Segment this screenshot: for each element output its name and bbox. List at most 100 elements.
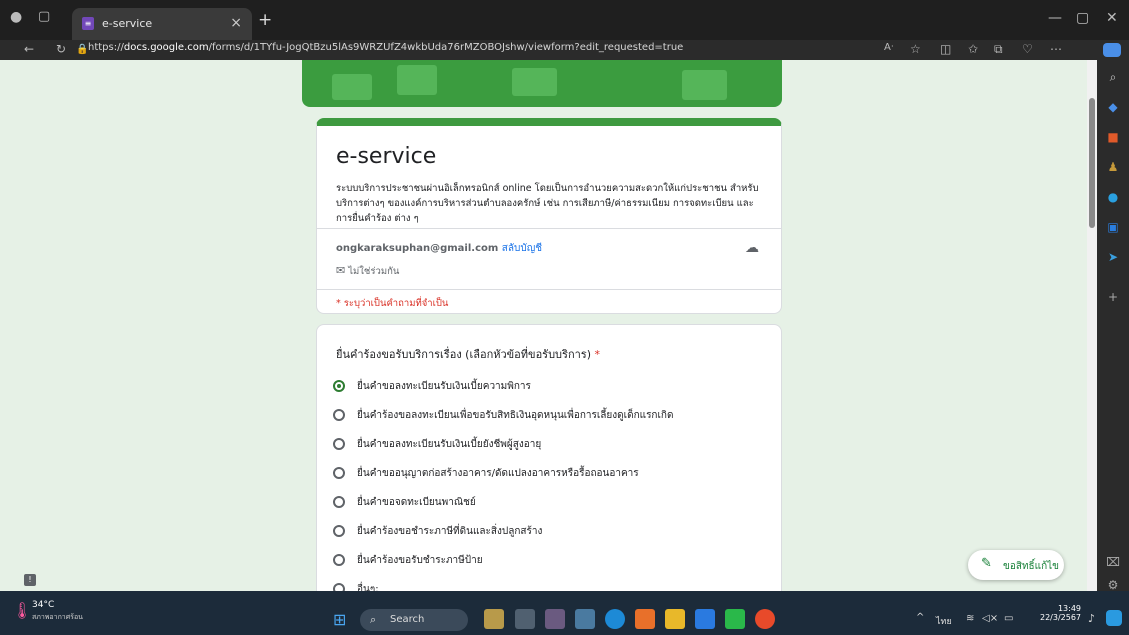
- thermometer-icon: 🌡: [12, 601, 33, 620]
- line-icon[interactable]: [725, 609, 745, 629]
- url-prefix: https://: [88, 42, 124, 53]
- not-shared-label: ไม่ใช่ร่วมกัน: [348, 266, 400, 277]
- minimize-button[interactable]: —: [1048, 10, 1062, 26]
- back-icon[interactable]: ←: [24, 42, 34, 56]
- games-icon[interactable]: ♟: [1106, 160, 1120, 174]
- favorite-star-icon[interactable]: ☆: [910, 42, 921, 56]
- question-card: ยื่นคำร้องขอรับบริการเรื่อง (เลือกหัวข้อ…: [316, 324, 782, 591]
- search-icon: ⌕: [370, 613, 377, 626]
- required-note: * ระบุว่าเป็นคำถามที่จำเป็น: [336, 298, 449, 309]
- radio-button[interactable]: [333, 409, 345, 421]
- add-icon[interactable]: +: [1106, 290, 1120, 304]
- option-label: ยื่นคำร้องขอชำระภาษีที่ดินและสิ่งปลูกสร้…: [357, 526, 543, 537]
- widget-app-icon[interactable]: [484, 609, 504, 629]
- radio-button[interactable]: [333, 525, 345, 537]
- volume-icon[interactable]: ◁×: [982, 613, 998, 624]
- switch-account-link[interactable]: สลับบัญชี: [502, 243, 542, 254]
- mail-icon: ✉: [336, 264, 346, 277]
- copilot-sidebar-icon[interactable]: ●: [1106, 190, 1120, 204]
- question-title: ยื่นคำร้องขอรับบริการเรื่อง (เลือกหัวข้อ…: [336, 345, 600, 363]
- tab-title: e-service: [102, 17, 153, 30]
- option-label: ยื่นคำขอลงทะเบียนรับเงินเบี้ยยังชีพผู้สู…: [357, 439, 542, 450]
- radio-button[interactable]: [333, 496, 345, 508]
- edge-sidebar: ⌕ ◆ ■ ♟ ● ▣ ➤ + ⌧ ⚙: [1097, 60, 1129, 592]
- read-aloud-icon[interactable]: Aᐧ: [884, 42, 893, 53]
- clock-time: 13:49: [1057, 604, 1082, 613]
- not-shared-note: ✉ ไม่ใช่ร่วมกัน: [336, 264, 399, 279]
- option-label: ยื่นคำขอลงทะเบียนรับเงินเบี้ยความพิการ: [357, 381, 531, 392]
- url-field[interactable]: https://docs.google.com/forms/d/1TYfu-Jo…: [88, 42, 868, 58]
- taskbar-search[interactable]: ⌕ Search: [360, 609, 468, 631]
- maximize-button[interactable]: ▢: [1076, 10, 1089, 26]
- required-star: *: [594, 348, 601, 361]
- request-edit-access-button[interactable]: ✎ ขอสิทธิ์แก้ไข: [968, 550, 1064, 580]
- more-menu-icon[interactable]: ⋯: [1050, 42, 1062, 56]
- radio-button[interactable]: [333, 554, 345, 566]
- radio-button[interactable]: [333, 467, 345, 479]
- app-icon[interactable]: [545, 609, 565, 629]
- send-icon[interactable]: ➤: [1106, 250, 1120, 264]
- shopping-icon[interactable]: ◆: [1106, 100, 1120, 114]
- pencil-icon: ✎: [981, 556, 992, 571]
- form-description: ระบบบริการประชาชนผ่านอิเล็กทรอนิกส์ onli…: [336, 183, 759, 224]
- option-label: ยื่นคำร้องขอลงทะเบียนเพื่อขอรับสิทธิเงิน…: [357, 410, 674, 421]
- tab-close-icon[interactable]: ×: [230, 15, 242, 31]
- photos-icon[interactable]: [575, 609, 595, 629]
- copilot-taskbar-icon[interactable]: [1106, 610, 1122, 626]
- settings-gear-icon[interactable]: ⚙: [1106, 578, 1120, 592]
- tab-actions-icon[interactable]: ▢: [38, 9, 50, 24]
- scrollbar-thumb[interactable]: [1089, 98, 1095, 228]
- clock-date: 22/3/2567: [1040, 613, 1082, 622]
- taskbar-search-label: Search: [390, 614, 425, 625]
- option-label: ยื่นคำขอจดทะเบียนพาณิชย์: [357, 497, 476, 508]
- file-explorer-icon[interactable]: [665, 609, 685, 629]
- copilot-icon[interactable]: [1103, 43, 1121, 57]
- radio-button-selected[interactable]: [333, 380, 345, 392]
- split-screen-icon[interactable]: ◫: [940, 42, 951, 56]
- battery-icon[interactable]: ▭: [1004, 613, 1013, 624]
- new-tab-button[interactable]: +: [258, 10, 272, 30]
- language-indicator[interactable]: ไทย: [936, 614, 952, 628]
- edge-icon[interactable]: [605, 609, 625, 629]
- forms-favicon-icon: ≡: [82, 17, 94, 30]
- firefox-icon[interactable]: [635, 609, 655, 629]
- close-window-button[interactable]: ✕: [1106, 10, 1118, 26]
- tools-icon[interactable]: ■: [1106, 130, 1120, 144]
- search-icon[interactable]: ⌕: [1106, 70, 1120, 84]
- radio-button[interactable]: [333, 438, 345, 450]
- form-page: e-service ระบบบริการประชาชนผ่านอิเล็กทรอ…: [0, 60, 1087, 591]
- option-label: ยื่นคำขออนุญาตก่อสร้างอาคาร/ดัดแปลงอาคาร…: [357, 468, 639, 479]
- profile-icon[interactable]: ●: [10, 9, 22, 25]
- account-email: ongkaraksuphan@gmail.com: [336, 243, 499, 254]
- form-title: e-service: [336, 144, 437, 169]
- chrome-icon[interactable]: [755, 609, 775, 629]
- url-domain: docs.google.com: [123, 42, 209, 53]
- report-feedback-icon[interactable]: !: [24, 574, 36, 586]
- screenshot-icon[interactable]: ⌧: [1106, 555, 1120, 569]
- weather-desc: สภาพอากาศร้อน: [32, 613, 83, 621]
- collections-icon[interactable]: ⧉: [994, 42, 1003, 57]
- outlook-icon[interactable]: ▣: [1106, 220, 1120, 234]
- divider: [317, 228, 781, 229]
- site-info-icon[interactable]: 🔒: [76, 44, 88, 55]
- question-title-text: ยื่นคำร้องขอรับบริการเรื่อง (เลือกหัวข้อ…: [336, 348, 591, 361]
- wifi-icon[interactable]: ≋: [966, 613, 974, 624]
- refresh-icon[interactable]: ↻: [56, 42, 66, 56]
- form-header-banner: [302, 60, 782, 107]
- favorites-list-icon[interactable]: ✩: [968, 42, 978, 56]
- notification-bell-icon[interactable]: ♪: [1088, 612, 1095, 625]
- browser-tab[interactable]: ≡ e-service ×: [72, 8, 252, 40]
- store-icon[interactable]: [695, 609, 715, 629]
- divider: [317, 289, 781, 290]
- windows-start-icon[interactable]: ⊞: [333, 610, 346, 629]
- cloud-save-icon: ☁: [745, 240, 759, 256]
- system-clock[interactable]: 13:49 22/3/2567: [1040, 604, 1081, 622]
- browser-essentials-icon[interactable]: ♡: [1022, 42, 1033, 56]
- radio-button[interactable]: [333, 583, 345, 591]
- option-label: ยื่นคำร้องขอรับชำระภาษีป้าย: [357, 555, 483, 566]
- task-view-icon[interactable]: [515, 609, 535, 629]
- request-edit-label: ขอสิทธิ์แก้ไข: [1003, 561, 1060, 572]
- url-path: /forms/d/1TYfu-JogQtBzu5lAs9WRZUfZ4wkbUd…: [208, 42, 684, 53]
- form-header-card: e-service ระบบบริการประชาชนผ่านอิเล็กทรอ…: [316, 118, 782, 314]
- tray-chevron-icon[interactable]: ^: [916, 612, 924, 623]
